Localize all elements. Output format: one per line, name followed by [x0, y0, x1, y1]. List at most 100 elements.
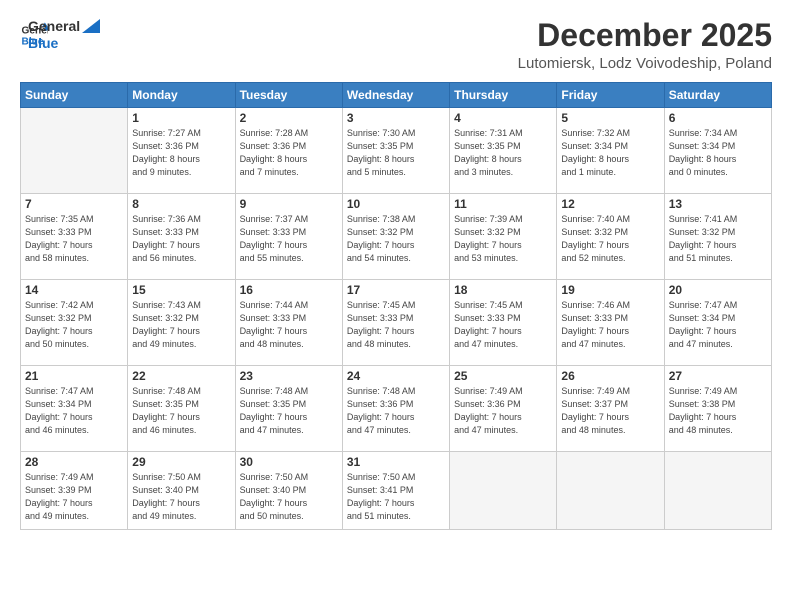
- month-title: December 2025: [518, 18, 772, 53]
- day-number: 10: [347, 197, 445, 211]
- day-info: Sunrise: 7:48 AM Sunset: 3:35 PM Dayligh…: [240, 385, 338, 437]
- day-header-monday: Monday: [128, 83, 235, 108]
- calendar-cell: 5Sunrise: 7:32 AM Sunset: 3:34 PM Daylig…: [557, 108, 664, 194]
- day-info: Sunrise: 7:28 AM Sunset: 3:36 PM Dayligh…: [240, 127, 338, 179]
- title-area: December 2025 Lutomiersk, Lodz Voivodesh…: [518, 18, 772, 72]
- calendar-cell: 19 Sunrise: 7:46 AM Sunset: 3:33 PM Dayli…: [557, 280, 664, 366]
- calendar-cell: 7 Sunrise: 7:35 AM Sunset: 3:33 PM Daylig…: [21, 194, 128, 280]
- calendar-cell: 24 Sunrise: 7:48 AM Sunset: 3:36 PM Dayli…: [342, 366, 449, 452]
- day-info: Sunrise: 7:42 AM Sunset: 3:32 PM Dayligh…: [25, 299, 123, 351]
- day-info: Sunrise: 7:50 AM Sunset: 3:41 PM Dayligh…: [347, 471, 445, 523]
- calendar-cell: 28 Sunrise: 7:49 AM Sunset: 3:39 PM Dayli…: [21, 452, 128, 530]
- day-info: Sunrise: 7:48 AM Sunset: 3:35 PM Dayligh…: [132, 385, 230, 437]
- day-info: Sunrise: 7:38 AM Sunset: 3:32 PM Dayligh…: [347, 213, 445, 265]
- day-number: 19: [561, 283, 659, 297]
- calendar-cell: 17 Sunrise: 7:45 AM Sunset: 3:33 PM Dayli…: [342, 280, 449, 366]
- day-number: 20: [669, 283, 767, 297]
- day-number: 3: [347, 111, 445, 125]
- calendar-cell: [21, 108, 128, 194]
- calendar-cell: 21 Sunrise: 7:47 AM Sunset: 3:34 PM Dayli…: [21, 366, 128, 452]
- calendar-cell: 13 Sunrise: 7:41 AM Sunset: 3:32 PM Dayli…: [664, 194, 771, 280]
- day-number: 18: [454, 283, 552, 297]
- calendar-cell: 9 Sunrise: 7:37 AM Sunset: 3:33 PM Daylig…: [235, 194, 342, 280]
- day-info: Sunrise: 7:36 AM Sunset: 3:33 PM Dayligh…: [132, 213, 230, 265]
- day-info: Sunrise: 7:50 AM Sunset: 3:40 PM Dayligh…: [132, 471, 230, 523]
- day-header-friday: Friday: [557, 83, 664, 108]
- day-info: Sunrise: 7:31 AM Sunset: 3:35 PM Dayligh…: [454, 127, 552, 179]
- day-number: 28: [25, 455, 123, 469]
- day-number: 15: [132, 283, 230, 297]
- day-number: 30: [240, 455, 338, 469]
- day-info: Sunrise: 7:47 AM Sunset: 3:34 PM Dayligh…: [25, 385, 123, 437]
- calendar-cell: 15 Sunrise: 7:43 AM Sunset: 3:32 PM Dayli…: [128, 280, 235, 366]
- logo-triangle: [82, 19, 100, 33]
- calendar-header-row: SundayMondayTuesdayWednesdayThursdayFrid…: [21, 83, 772, 108]
- day-info: Sunrise: 7:35 AM Sunset: 3:33 PM Dayligh…: [25, 213, 123, 265]
- day-info: Sunrise: 7:48 AM Sunset: 3:36 PM Dayligh…: [347, 385, 445, 437]
- week-row-3: 21 Sunrise: 7:47 AM Sunset: 3:34 PM Dayli…: [21, 366, 772, 452]
- day-info: Sunrise: 7:39 AM Sunset: 3:32 PM Dayligh…: [454, 213, 552, 265]
- calendar-cell: 22 Sunrise: 7:48 AM Sunset: 3:35 PM Dayli…: [128, 366, 235, 452]
- day-number: 4: [454, 111, 552, 125]
- day-number: 8: [132, 197, 230, 211]
- day-info: Sunrise: 7:34 AM Sunset: 3:34 PM Dayligh…: [669, 127, 767, 179]
- day-header-sunday: Sunday: [21, 83, 128, 108]
- calendar-cell: 1Sunrise: 7:27 AM Sunset: 3:36 PM Daylig…: [128, 108, 235, 194]
- calendar-cell: 27Sunrise: 7:49 AM Sunset: 3:38 PM Dayli…: [664, 366, 771, 452]
- day-number: 9: [240, 197, 338, 211]
- day-info: Sunrise: 7:49 AM Sunset: 3:36 PM Dayligh…: [454, 385, 552, 437]
- calendar-cell: 3 Sunrise: 7:30 AM Sunset: 3:35 PM Daylig…: [342, 108, 449, 194]
- day-number: 22: [132, 369, 230, 383]
- day-number: 5: [561, 111, 659, 125]
- calendar-cell: 18Sunrise: 7:45 AM Sunset: 3:33 PM Dayli…: [450, 280, 557, 366]
- day-info: Sunrise: 7:27 AM Sunset: 3:36 PM Dayligh…: [132, 127, 230, 179]
- day-number: 17: [347, 283, 445, 297]
- day-number: 6: [669, 111, 767, 125]
- day-number: 11: [454, 197, 552, 211]
- calendar-cell: 29Sunrise: 7:50 AM Sunset: 3:40 PM Dayli…: [128, 452, 235, 530]
- day-number: 21: [25, 369, 123, 383]
- day-header-tuesday: Tuesday: [235, 83, 342, 108]
- calendar-cell: 6 Sunrise: 7:34 AM Sunset: 3:34 PM Daylig…: [664, 108, 771, 194]
- calendar-cell: 2Sunrise: 7:28 AM Sunset: 3:36 PM Daylig…: [235, 108, 342, 194]
- day-info: Sunrise: 7:46 AM Sunset: 3:33 PM Dayligh…: [561, 299, 659, 351]
- day-header-wednesday: Wednesday: [342, 83, 449, 108]
- calendar-cell: 31 Sunrise: 7:50 AM Sunset: 3:41 PM Dayli…: [342, 452, 449, 530]
- day-number: 12: [561, 197, 659, 211]
- day-number: 13: [669, 197, 767, 211]
- day-info: Sunrise: 7:37 AM Sunset: 3:33 PM Dayligh…: [240, 213, 338, 265]
- logo: General Blue General Blue: [20, 18, 100, 52]
- calendar-cell: [664, 452, 771, 530]
- week-row-2: 14Sunrise: 7:42 AM Sunset: 3:32 PM Dayli…: [21, 280, 772, 366]
- day-header-thursday: Thursday: [450, 83, 557, 108]
- day-number: 26: [561, 369, 659, 383]
- page: General Blue General Blue December 2025 …: [0, 0, 792, 612]
- day-header-saturday: Saturday: [664, 83, 771, 108]
- week-row-4: 28 Sunrise: 7:49 AM Sunset: 3:39 PM Dayli…: [21, 452, 772, 530]
- day-info: Sunrise: 7:45 AM Sunset: 3:33 PM Dayligh…: [347, 299, 445, 351]
- calendar-cell: 26 Sunrise: 7:49 AM Sunset: 3:37 PM Dayli…: [557, 366, 664, 452]
- day-info: Sunrise: 7:41 AM Sunset: 3:32 PM Dayligh…: [669, 213, 767, 265]
- header: General Blue General Blue December 2025 …: [20, 18, 772, 72]
- day-info: Sunrise: 7:50 AM Sunset: 3:40 PM Dayligh…: [240, 471, 338, 523]
- location-title: Lutomiersk, Lodz Voivodeship, Poland: [518, 55, 772, 72]
- calendar-cell: 10 Sunrise: 7:38 AM Sunset: 3:32 PM Dayli…: [342, 194, 449, 280]
- logo-line2: Blue: [28, 35, 100, 52]
- day-number: 23: [240, 369, 338, 383]
- day-info: Sunrise: 7:49 AM Sunset: 3:37 PM Dayligh…: [561, 385, 659, 437]
- calendar-cell: 14Sunrise: 7:42 AM Sunset: 3:32 PM Dayli…: [21, 280, 128, 366]
- day-info: Sunrise: 7:49 AM Sunset: 3:39 PM Dayligh…: [25, 471, 123, 523]
- day-info: Sunrise: 7:43 AM Sunset: 3:32 PM Dayligh…: [132, 299, 230, 351]
- calendar-cell: 16Sunrise: 7:44 AM Sunset: 3:33 PM Dayli…: [235, 280, 342, 366]
- calendar-cell: 12Sunrise: 7:40 AM Sunset: 3:32 PM Dayli…: [557, 194, 664, 280]
- week-row-0: 1Sunrise: 7:27 AM Sunset: 3:36 PM Daylig…: [21, 108, 772, 194]
- week-row-1: 7 Sunrise: 7:35 AM Sunset: 3:33 PM Daylig…: [21, 194, 772, 280]
- calendar: SundayMondayTuesdayWednesdayThursdayFrid…: [20, 82, 772, 530]
- day-number: 25: [454, 369, 552, 383]
- day-number: 7: [25, 197, 123, 211]
- day-info: Sunrise: 7:30 AM Sunset: 3:35 PM Dayligh…: [347, 127, 445, 179]
- day-number: 24: [347, 369, 445, 383]
- day-number: 31: [347, 455, 445, 469]
- calendar-cell: 20Sunrise: 7:47 AM Sunset: 3:34 PM Dayli…: [664, 280, 771, 366]
- calendar-cell: 11 Sunrise: 7:39 AM Sunset: 3:32 PM Dayli…: [450, 194, 557, 280]
